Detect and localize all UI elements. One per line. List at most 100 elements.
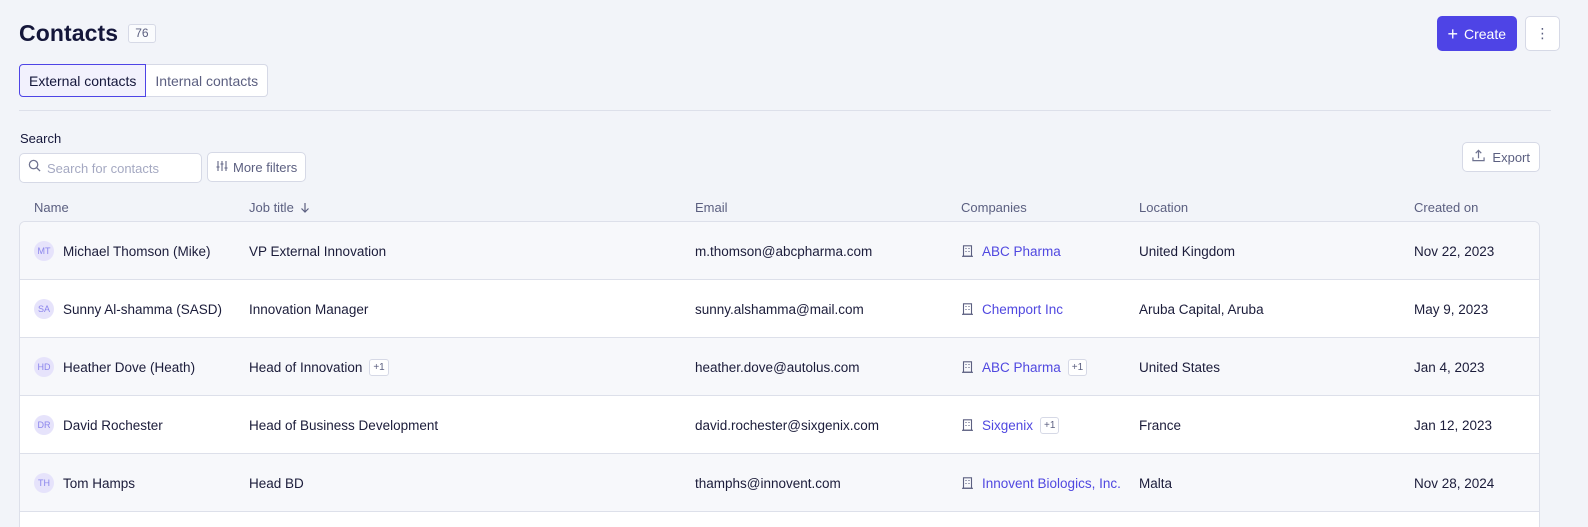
column-header-location[interactable]: Location (1139, 200, 1188, 215)
contact-name-cell: MT Michael Thomson (Mike) (34, 222, 211, 280)
table-row[interactable]: SA Sunny Al-shamma (SASD) Innovation Man… (20, 280, 1539, 338)
location-cell: France (1139, 396, 1181, 454)
job-title-cell: Head BD (249, 454, 304, 512)
company-link[interactable]: ABC Pharma (982, 244, 1061, 259)
sort-arrow-down-icon (300, 200, 310, 215)
table-row[interactable]: DR David Rochester Head of Business Deve… (20, 396, 1539, 454)
more-companies-badge[interactable]: +1 (1040, 416, 1060, 434)
table-row[interactable]: HD Heather Dove (Heath) Head of Innovati… (20, 338, 1539, 396)
column-header-job-title[interactable]: Job title (249, 200, 310, 215)
created-on: May 9, 2023 (1414, 301, 1489, 317)
email-cell: thamphs@innovent.com (695, 454, 841, 512)
contact-name: Sunny Al-shamma (SASD) (63, 301, 223, 317)
contact-type-tabs: External contacts Internal contacts (19, 64, 269, 97)
contact-name-cell: SA Sunny Al-shamma (SASD) (34, 280, 222, 338)
contacts-table: MT Michael Thomson (Mike) VP External In… (19, 221, 1540, 527)
job-title: Head of Innovation (249, 359, 363, 375)
plus-icon: + (1447, 23, 1458, 44)
contact-name-cell: TH Tom Hamps (34, 454, 135, 512)
page-header: Contacts 76 + Create ⋮ (19, 16, 1560, 51)
contact-name: Tom Hamps (63, 475, 136, 491)
building-icon (962, 419, 973, 431)
company-link[interactable]: Sixgenix (982, 418, 1033, 433)
header-divider (19, 110, 1551, 111)
tab-external-contacts[interactable]: External contacts (19, 64, 147, 97)
created-on: Nov 28, 2024 (1414, 475, 1495, 491)
more-options-button[interactable]: ⋮ (1525, 16, 1560, 51)
table-header: Name Job title Email Companies Location … (19, 198, 1540, 218)
table-row[interactable]: TH Tom Hamps Head BD thamphs@innovent.co… (20, 454, 1539, 512)
contact-name-cell: HD Heather Dove (Heath) (34, 338, 195, 396)
column-header-name[interactable]: Name (34, 200, 69, 215)
column-header-email[interactable]: Email (695, 200, 728, 215)
job-title: Head of Business Development (249, 417, 439, 433)
more-filters-label: More filters (233, 159, 298, 175)
building-icon (962, 477, 973, 489)
search-input[interactable] (47, 160, 187, 176)
job-title-cell: VP External Innovation (249, 222, 386, 280)
upload-icon (1472, 149, 1486, 165)
email: heather.dove@autolus.com (695, 359, 860, 375)
contact-name-cell: DR David Rochester (34, 396, 163, 454)
filter-sliders-icon (216, 160, 228, 175)
building-icon (962, 303, 973, 315)
job-title-cell: Innovation Manager (249, 280, 368, 338)
location: Aruba Capital, Aruba (1139, 301, 1264, 317)
create-button[interactable]: + Create (1437, 16, 1517, 51)
created-on-cell: Jan 12, 2023 (1414, 396, 1492, 454)
search-field (19, 153, 202, 183)
more-job-titles-badge[interactable]: +1 (369, 358, 389, 376)
contact-name: Michael Thomson (Mike) (63, 243, 211, 259)
building-icon (962, 245, 973, 257)
location-cell: United States (1139, 338, 1220, 396)
company-cell: ABC Pharma +1 (962, 338, 1088, 396)
created-on-cell: Nov 28, 2024 (1414, 454, 1494, 512)
building-icon (962, 361, 973, 373)
column-header-companies[interactable]: Companies (961, 200, 1027, 215)
company-link[interactable]: ABC Pharma (982, 360, 1061, 375)
location-cell: Aruba Capital, Aruba (1139, 280, 1264, 338)
job-title: Head BD (249, 475, 304, 491)
company-cell: Chemport Inc (962, 280, 1063, 338)
contact-name: Heather Dove (Heath) (63, 359, 196, 375)
email: sunny.alshamma@mail.com (695, 301, 864, 317)
more-filters-button[interactable]: More filters (207, 152, 307, 182)
search-icon (28, 159, 41, 177)
company-link[interactable]: Chemport Inc (982, 302, 1063, 317)
header-actions: + Create ⋮ (1437, 16, 1560, 51)
contact-count-badge: 76 (128, 23, 156, 43)
location-cell: United Kingdom (1139, 222, 1235, 280)
created-on: Jan 12, 2023 (1414, 417, 1493, 433)
avatar: SA (34, 299, 54, 319)
email: thamphs@innovent.com (695, 475, 841, 491)
email-cell: david.rochester@sixgenix.com (695, 396, 879, 454)
email: david.rochester@sixgenix.com (695, 417, 880, 433)
avatar: TH (34, 473, 54, 493)
contact-name: David Rochester (63, 417, 163, 433)
column-header-created-on[interactable]: Created on (1414, 200, 1478, 215)
column-header-job-title-label: Job title (249, 200, 294, 215)
job-title-cell: Head of Business Development (249, 396, 438, 454)
table-row[interactable]: MT Michael Thomson (Mike) VP External In… (20, 222, 1539, 280)
export-button[interactable]: Export (1462, 142, 1540, 172)
tab-internal-contacts[interactable]: Internal contacts (146, 64, 269, 97)
created-on-cell: Jan 4, 2023 (1414, 338, 1485, 396)
company-cell: ABC Pharma (962, 222, 1061, 280)
job-title: Innovation Manager (249, 301, 369, 317)
page-title: Contacts (19, 19, 119, 46)
location: Malta (1139, 475, 1173, 491)
search-label: Search (20, 131, 62, 146)
created-on-cell: Nov 22, 2023 (1414, 222, 1494, 280)
export-label: Export (1492, 149, 1530, 165)
avatar: MT (34, 241, 54, 261)
company-link[interactable]: Innovent Biologics, Inc. (982, 476, 1121, 491)
location: France (1139, 417, 1182, 433)
location-cell: Malta (1139, 454, 1172, 512)
avatar: DR (34, 415, 54, 435)
job-title-cell: Head of Innovation +1 (249, 338, 389, 396)
job-title: VP External Innovation (249, 243, 387, 259)
created-on: Nov 22, 2023 (1414, 243, 1495, 259)
table-row[interactable] (20, 512, 1539, 527)
company-cell: Sixgenix +1 (962, 396, 1060, 454)
more-companies-badge[interactable]: +1 (1067, 358, 1088, 376)
